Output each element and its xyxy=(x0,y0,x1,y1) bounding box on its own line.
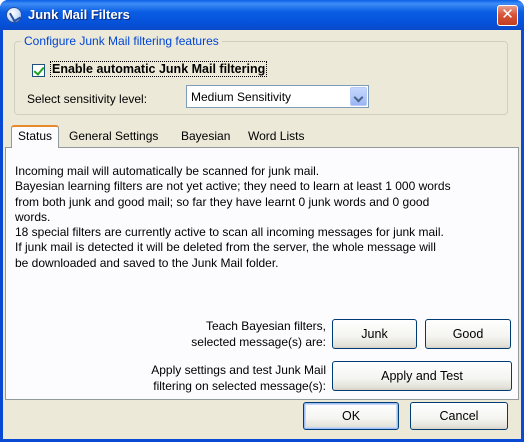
sensitivity-value: Medium Sensitivity xyxy=(191,90,292,104)
cancel-button[interactable]: Cancel xyxy=(410,402,508,430)
status-line: Bayesian learning filters are not yet ac… xyxy=(15,179,451,194)
tab-bayesian[interactable]: Bayesian xyxy=(175,127,236,147)
group-legend: Configure Junk Mail filtering features xyxy=(21,34,222,48)
title-bar[interactable]: Junk Mail Filters ✕ xyxy=(0,0,524,30)
teach-label-line: Teach Bayesian filters, xyxy=(205,319,326,333)
apply-label-line: filtering on selected message(s): xyxy=(153,379,326,393)
status-line: be downloaded and saved to the Junk Mail… xyxy=(15,255,279,270)
status-line: Incoming mail will automatically be scan… xyxy=(15,164,320,178)
junk-mail-filters-dialog: Junk Mail Filters ✕ Configure Junk Mail … xyxy=(0,0,524,442)
apply-and-test-button[interactable]: Apply and Test xyxy=(332,361,512,391)
window-title: Junk Mail Filters xyxy=(28,7,130,22)
app-icon xyxy=(6,7,22,23)
close-button[interactable]: ✕ xyxy=(497,5,518,26)
tab-word-lists[interactable]: Word Lists xyxy=(242,127,310,147)
enable-filtering-label[interactable]: Enable automatic Junk Mail filtering xyxy=(49,61,268,77)
status-line: If junk mail is detected it will be dele… xyxy=(15,240,436,255)
status-text: Incoming mail will automatically be scan… xyxy=(15,164,505,271)
junk-button[interactable]: Junk xyxy=(332,319,417,349)
filter-settings-group: Configure Junk Mail filtering features E… xyxy=(14,34,508,115)
dialog-client: Configure Junk Mail filtering features E… xyxy=(3,30,521,439)
apply-label-line: Apply settings and test Junk Mail xyxy=(151,363,326,377)
status-line: from both junk and good mail; so far the… xyxy=(15,194,430,209)
sensitivity-label: Select sensitivity level: xyxy=(27,92,148,106)
status-line: words. xyxy=(15,209,51,224)
enable-filtering-checkbox[interactable] xyxy=(32,64,45,77)
tab-status[interactable]: Status xyxy=(11,125,60,148)
tab-general-settings[interactable]: General Settings xyxy=(63,127,164,147)
chevron-down-icon[interactable] xyxy=(350,87,367,106)
ok-button[interactable]: OK xyxy=(303,402,399,430)
status-line: 18 special filters are currently active … xyxy=(15,225,444,240)
teach-bayesian-label: Teach Bayesian filters, selected message… xyxy=(106,318,326,350)
teach-label-line: selected message(s) are: xyxy=(191,335,326,349)
good-button[interactable]: Good xyxy=(425,319,511,349)
apply-test-label: Apply settings and test Junk Mail filter… xyxy=(86,362,326,394)
sensitivity-select[interactable]: Medium Sensitivity xyxy=(186,85,369,108)
